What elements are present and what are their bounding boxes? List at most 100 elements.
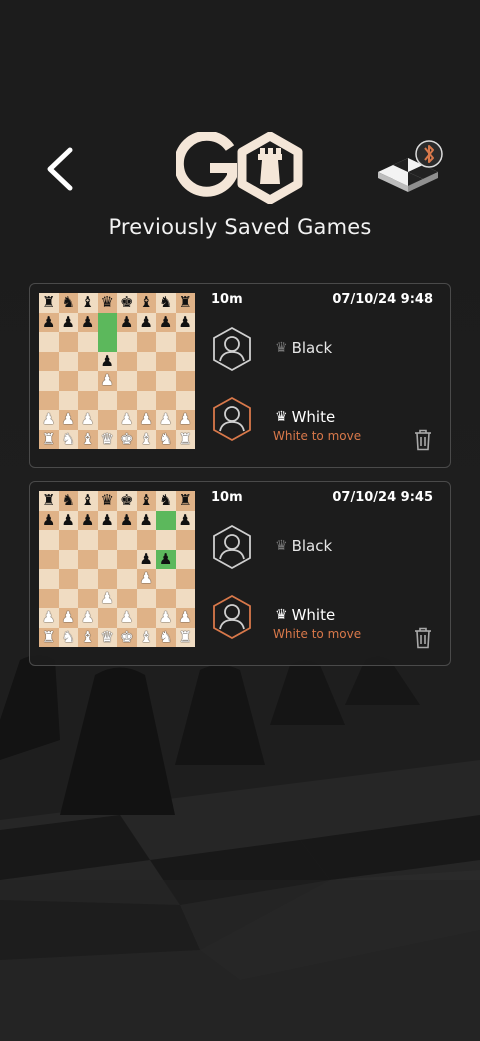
board-square: ♟ (97, 351, 117, 371)
delete-game-button[interactable] (414, 627, 432, 649)
trash-icon (415, 429, 431, 451)
board-square: ♟ (39, 608, 59, 628)
board-square (78, 371, 98, 391)
board-square: ♝ (136, 627, 156, 647)
board-square (175, 530, 195, 550)
board-square: ♟ (78, 410, 98, 430)
board-square: ♚ (117, 627, 137, 647)
board-square: ♜ (39, 293, 59, 313)
board-square (97, 608, 117, 628)
board-square (117, 332, 137, 352)
saved-games-list: ♜ ♞ ♝ ♛ ♚ ♝ ♞ ♜ ♟ ♟ ♟ ♟ ♟ ♟ ♟ ♟ ♟ ♟ ♟ ♟ ♟ ♟ ♟ ♟ ♜ ♞ ♝ ♛ ♚ ♝ ♞ ♜ 10m 07/… (29, 283, 451, 679)
white-pawn-icon: ♟ (120, 410, 134, 429)
board-square: ♟ (39, 410, 59, 430)
white-bishop-icon: ♝ (81, 429, 95, 448)
board-square: ♝ (136, 429, 156, 449)
board-square (97, 549, 117, 569)
board-square (156, 332, 176, 352)
time-control: 10m (211, 490, 243, 505)
board-square: ♟ (156, 608, 176, 628)
white-player-avatar-icon (213, 396, 251, 442)
crown-icon: ♛ (275, 340, 288, 356)
white-player-label: White (291, 408, 336, 426)
board-square (58, 530, 78, 550)
board-square: ♚ (117, 491, 137, 511)
white-player-avatar-icon (213, 594, 251, 640)
board-square: ♟ (156, 549, 176, 569)
black-queen-icon: ♛ (100, 491, 114, 510)
board-square (117, 549, 137, 569)
board-square: ♜ (175, 491, 195, 511)
black-bishop-icon: ♝ (81, 491, 95, 510)
board-square: ♟ (97, 588, 117, 608)
board-square: ♟ (39, 312, 59, 332)
board-square (58, 588, 78, 608)
board-square: ♟ (58, 510, 78, 530)
board-square (117, 371, 137, 391)
chessboard-bluetooth-icon (378, 140, 443, 192)
white-rook-icon: ♜ (42, 627, 56, 646)
trash-icon (415, 627, 431, 649)
white-knight-icon: ♞ (159, 429, 173, 448)
white-player-label: White (291, 606, 336, 624)
board-square (78, 549, 98, 569)
white-knight-icon: ♞ (61, 627, 75, 646)
game-date: 07/10/24 9:45 (332, 490, 433, 505)
board-square (136, 608, 156, 628)
delete-game-button[interactable] (414, 429, 432, 451)
go-chess-logo-icon (176, 132, 303, 204)
crown-icon: ♛ (275, 538, 288, 554)
black-pawn-icon: ♟ (81, 312, 95, 331)
board-square (58, 390, 78, 410)
board-square: ♝ (136, 491, 156, 511)
board-square: ♚ (117, 429, 137, 449)
board-square: ♟ (175, 312, 195, 332)
board-square (97, 312, 117, 332)
board-square (97, 390, 117, 410)
app-header: Previously Saved Games (0, 0, 480, 260)
black-pawn-icon: ♟ (100, 351, 114, 370)
board-square (136, 588, 156, 608)
board-square: ♜ (39, 491, 59, 511)
white-pawn-icon: ♟ (139, 569, 153, 588)
board-square: ♞ (156, 627, 176, 647)
white-pawn-icon: ♟ (61, 608, 75, 627)
white-pawn-icon: ♟ (159, 410, 173, 429)
board-square (39, 569, 59, 589)
black-pawn-icon: ♟ (159, 312, 173, 331)
board-square: ♝ (78, 429, 98, 449)
black-player-name: ♛ Black (275, 537, 332, 555)
black-pawn-icon: ♟ (42, 510, 56, 529)
board-square (97, 530, 117, 550)
board-square: ♟ (78, 312, 98, 332)
board-square: ♟ (39, 510, 59, 530)
white-player-name: ♛ White (275, 408, 335, 426)
board-square: ♜ (175, 627, 195, 647)
white-knight-icon: ♞ (61, 429, 75, 448)
board-square: ♟ (156, 312, 176, 332)
board-square: ♟ (117, 312, 137, 332)
board-square: ♟ (97, 510, 117, 530)
black-pawn-icon: ♟ (120, 312, 134, 331)
saved-game-card[interactable]: ♜ ♞ ♝ ♛ ♚ ♝ ♞ ♜ ♟ ♟ ♟ ♟ ♟ ♟ ♟ ♟ ♟ ♟ ♟ ♟ ♟ ♟ ♟ ♟ ♟ ♜ ♞ ♝ ♛ ♚ ♝ ♞ ♜ 10m 07… (29, 481, 451, 666)
board-square: ♟ (175, 510, 195, 530)
board-square (175, 588, 195, 608)
black-knight-icon: ♞ (159, 491, 173, 510)
back-button[interactable] (40, 142, 84, 196)
white-pawn-icon: ♟ (61, 410, 75, 429)
board-square: ♛ (97, 293, 117, 313)
board-square: ♞ (58, 429, 78, 449)
chessboard-bluetooth-button[interactable] (374, 138, 446, 196)
board-square (117, 390, 137, 410)
board-square (39, 549, 59, 569)
board-square: ♚ (117, 293, 137, 313)
black-rook-icon: ♜ (178, 293, 192, 312)
board-preview: ♜ ♞ ♝ ♛ ♚ ♝ ♞ ♜ ♟ ♟ ♟ ♟ ♟ ♟ ♟ ♟ ♟ ♟ ♟ ♟ ♟ ♟ ♟ ♟ ♜ ♞ ♝ ♛ ♚ ♝ ♞ ♜ (39, 293, 195, 449)
white-pawn-icon: ♟ (159, 608, 173, 627)
white-pawn-icon: ♟ (42, 608, 56, 627)
black-pawn-icon: ♟ (178, 312, 192, 331)
black-bishop-icon: ♝ (81, 293, 95, 312)
board-square (58, 332, 78, 352)
board-square (39, 351, 59, 371)
saved-game-card[interactable]: ♜ ♞ ♝ ♛ ♚ ♝ ♞ ♜ ♟ ♟ ♟ ♟ ♟ ♟ ♟ ♟ ♟ ♟ ♟ ♟ ♟ ♟ ♟ ♟ ♜ ♞ ♝ ♛ ♚ ♝ ♞ ♜ 10m 07/… (29, 283, 451, 468)
